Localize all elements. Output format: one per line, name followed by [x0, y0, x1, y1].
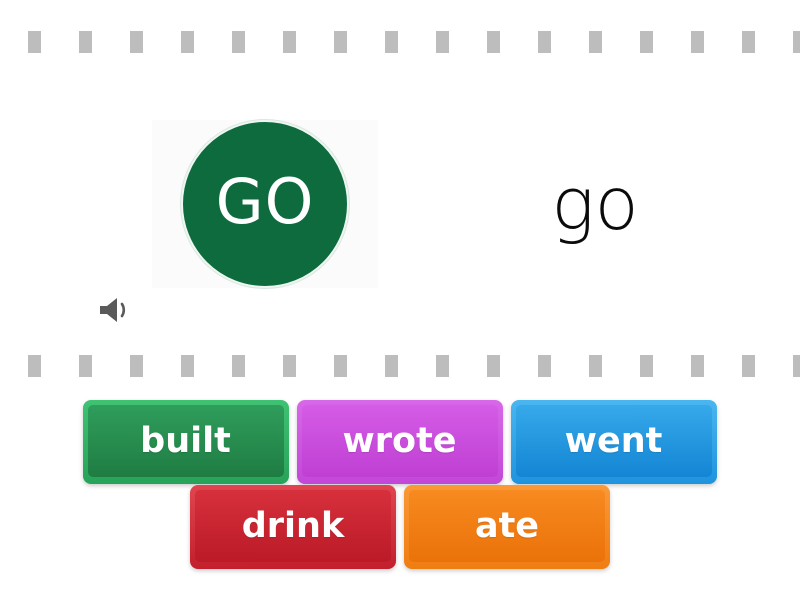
audio-play-button[interactable]: [92, 288, 136, 332]
separator-dash: [436, 355, 449, 377]
separator-dash: [232, 355, 245, 377]
separator-top: [0, 31, 800, 53]
go-sign-text: GO: [215, 165, 315, 238]
tile-face: drink: [195, 490, 391, 562]
tile-row-1: built wrote went: [0, 400, 800, 484]
separator-middle: [0, 355, 800, 377]
prompt-word: go: [551, 162, 639, 246]
separator-dash: [28, 355, 41, 377]
tile-drink[interactable]: drink: [190, 485, 396, 569]
tile-face: built: [87, 405, 284, 477]
separator-dash: [385, 31, 398, 53]
separator-dash: [283, 355, 296, 377]
speaker-icon: [97, 295, 131, 325]
separator-dash: [130, 355, 143, 377]
separator-dash: [742, 355, 755, 377]
separator-dash: [436, 31, 449, 53]
tile-wrote[interactable]: wrote: [296, 400, 503, 484]
separator-dash: [487, 31, 500, 53]
separator-dash: [640, 31, 653, 53]
separator-dash: [181, 355, 194, 377]
separator-dash: [691, 355, 704, 377]
tile-label: drink: [241, 505, 345, 546]
separator-dash: [232, 31, 245, 53]
tile-face: wrote: [301, 405, 498, 477]
separator-dash: [691, 31, 704, 53]
separator-dash: [640, 355, 653, 377]
tile-face: ate: [409, 490, 605, 562]
tile-built[interactable]: built: [82, 400, 289, 484]
separator-dash: [589, 31, 602, 53]
separator-dash: [385, 355, 398, 377]
separator-dash: [742, 31, 755, 53]
separator-dash: [79, 355, 92, 377]
tile-label: wrote: [342, 420, 457, 461]
tile-face: went: [515, 405, 712, 477]
tile-label: went: [564, 420, 663, 461]
prompt-image: GO: [152, 120, 378, 288]
separator-dash: [793, 31, 800, 53]
separator-dash: [130, 31, 143, 53]
separator-dash: [181, 31, 194, 53]
separator-dash: [589, 355, 602, 377]
separator-dash: [538, 355, 551, 377]
separator-dash: [79, 31, 92, 53]
tile-ate[interactable]: ate: [404, 485, 610, 569]
separator-dash: [793, 355, 800, 377]
separator-dash: [487, 355, 500, 377]
tile-row-2: drink ate: [0, 485, 800, 569]
go-sign-graphic: GO: [181, 120, 349, 288]
separator-dash: [334, 31, 347, 53]
tile-label: ate: [474, 505, 540, 546]
separator-dash: [334, 355, 347, 377]
tile-went[interactable]: went: [510, 400, 717, 484]
separator-dash: [538, 31, 551, 53]
question-row: GO go: [0, 110, 800, 322]
answer-tiles: built wrote went drink ate: [0, 400, 800, 569]
tile-label: built: [140, 420, 231, 461]
separator-dash: [28, 31, 41, 53]
separator-dash: [283, 31, 296, 53]
